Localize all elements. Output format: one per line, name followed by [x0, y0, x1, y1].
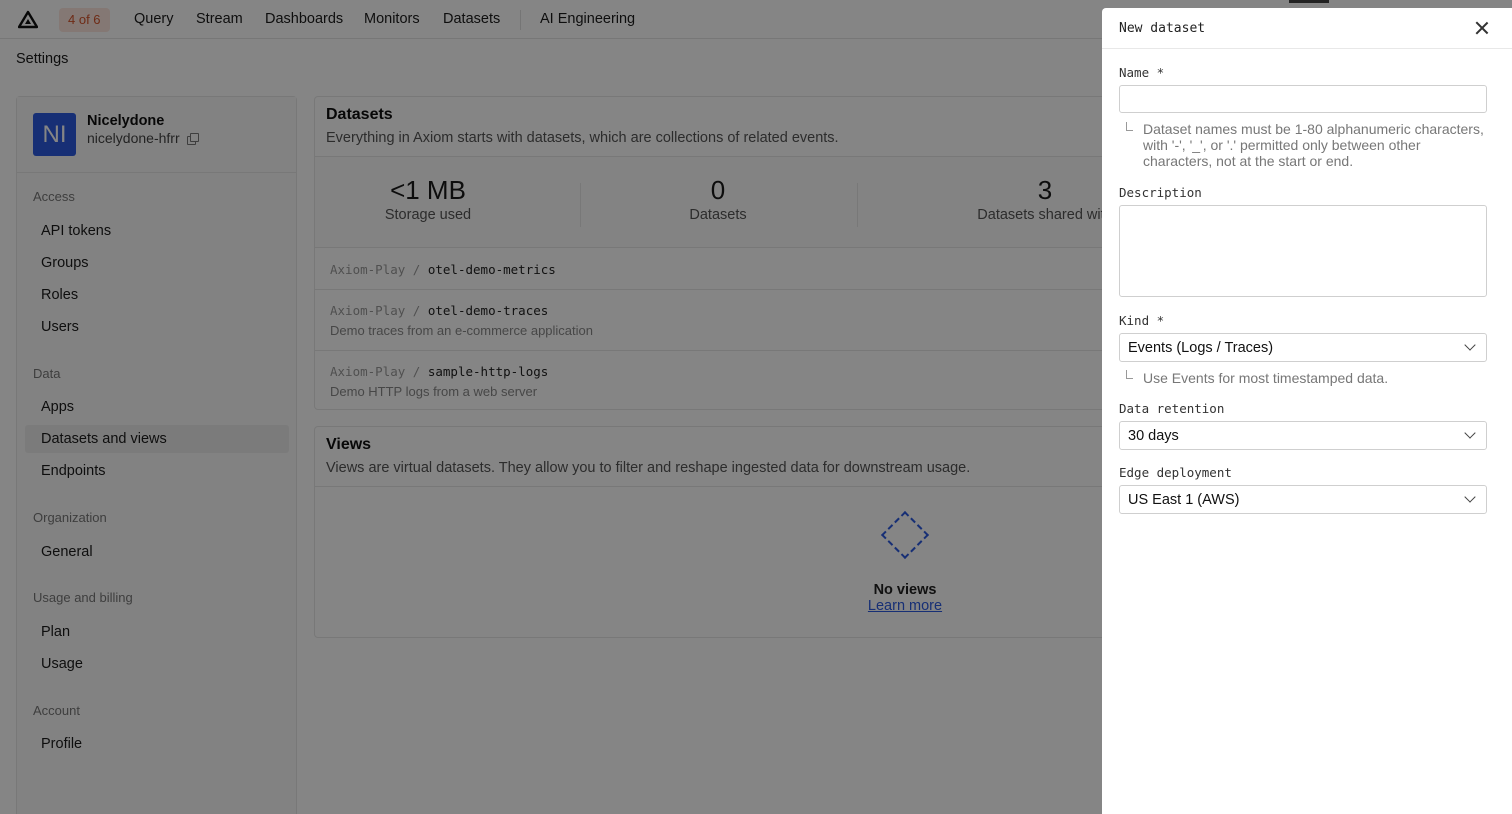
close-icon[interactable]	[1474, 20, 1490, 36]
active-tab-indicator	[1289, 0, 1329, 3]
edge-deployment-select[interactable]: US East 1 (AWS)	[1119, 485, 1487, 514]
name-label: Name *	[1119, 65, 1165, 80]
description-label: Description	[1119, 185, 1202, 200]
chevron-down-icon	[1464, 339, 1476, 351]
drawer-title: New dataset	[1119, 21, 1206, 36]
retention-select-value: 30 days	[1128, 428, 1179, 444]
hint-connector	[1126, 122, 1133, 131]
kind-select[interactable]: Events (Logs / Traces)	[1119, 333, 1487, 362]
chevron-down-icon	[1464, 491, 1476, 503]
edge-deployment-label: Edge deployment	[1119, 465, 1232, 480]
chevron-down-icon	[1464, 427, 1476, 439]
edge-deployment-select-value: US East 1 (AWS)	[1128, 492, 1240, 508]
name-input[interactable]	[1119, 85, 1487, 113]
new-dataset-drawer: New dataset Name * Dataset names must be…	[1102, 8, 1512, 814]
hint-connector	[1126, 370, 1133, 379]
drawer-header: New dataset	[1102, 8, 1512, 49]
description-textarea[interactable]	[1119, 205, 1487, 297]
kind-select-value: Events (Logs / Traces)	[1128, 340, 1274, 356]
kind-hint: Use Events for most timestamped data.	[1143, 370, 1389, 386]
retention-label: Data retention	[1119, 401, 1225, 416]
kind-label: Kind *	[1119, 313, 1165, 328]
retention-select[interactable]: 30 days	[1119, 421, 1487, 450]
name-hint: Dataset names must be 1-80 alphanumeric …	[1143, 121, 1484, 169]
